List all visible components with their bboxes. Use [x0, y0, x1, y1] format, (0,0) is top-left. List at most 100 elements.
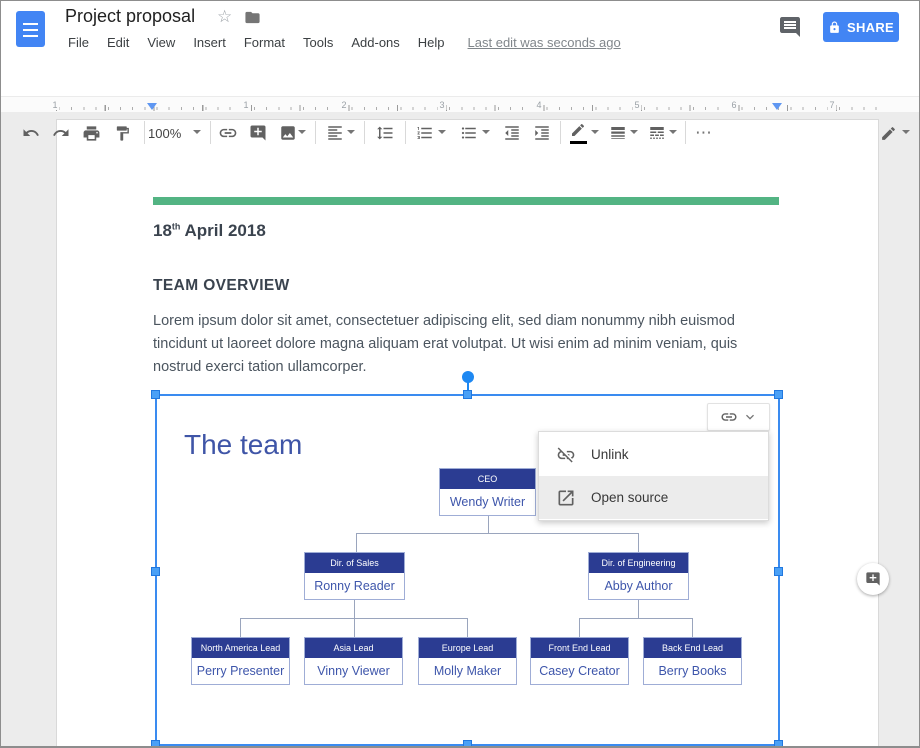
google-docs-logo-icon[interactable] [16, 11, 45, 47]
org-role: Dir. of Engineering [589, 553, 688, 573]
menu-file[interactable]: File [59, 33, 98, 52]
toolbar-separator [210, 121, 211, 144]
border-weight-caret-icon[interactable] [630, 130, 638, 134]
menu-item-open-source[interactable]: Open source [539, 476, 768, 519]
org-name: Casey Creator [531, 658, 628, 684]
redo-button[interactable] [48, 120, 74, 146]
resize-handle-top-middle[interactable] [463, 390, 472, 399]
increase-indent-button[interactable] [529, 120, 555, 146]
menu-view[interactable]: View [138, 33, 184, 52]
unlink-icon [556, 445, 576, 465]
decrease-indent-button[interactable] [499, 120, 525, 146]
link-icon [720, 408, 738, 426]
org-box-asia-lead: Asia Lead Vinny Viewer [304, 637, 403, 685]
org-box-dir-engineering: Dir. of Engineering Abby Author [588, 552, 689, 600]
folder-icon[interactable] [244, 9, 261, 26]
add-comment-button[interactable] [245, 120, 271, 146]
org-box-ceo: CEO Wendy Writer [439, 468, 536, 516]
align-button[interactable] [322, 120, 348, 146]
lock-icon [828, 21, 841, 34]
org-box-front-end-lead: Front End Lead Casey Creator [530, 637, 629, 685]
ruler-number: 3 [437, 100, 446, 110]
document-date[interactable]: 18th April 2018 [153, 221, 266, 241]
zoom-value: 100% [148, 126, 181, 141]
document-title[interactable]: Project proposal [65, 6, 195, 27]
date-rest: April 2018 [180, 221, 265, 240]
menu-help[interactable]: Help [409, 33, 454, 52]
editing-mode-button[interactable] [875, 120, 901, 146]
left-indent-marker[interactable] [147, 103, 157, 110]
chevron-down-icon[interactable] [742, 409, 758, 425]
docs-logo-lines [23, 23, 38, 38]
body-paragraph[interactable]: Lorem ipsum dolor sit amet, consectetuer… [153, 310, 749, 379]
add-comment-icon [865, 571, 881, 587]
border-color-button[interactable] [565, 117, 591, 143]
org-name: Vinny Viewer [305, 658, 402, 684]
connector [356, 533, 357, 552]
toolbar-separator [560, 121, 561, 144]
toolbar: 100% [1, 57, 919, 96]
align-caret-icon[interactable] [347, 130, 355, 134]
ruler: 1 1 2 3 4 5 6 7 [1, 96, 919, 112]
undo-button[interactable] [18, 120, 44, 146]
line-spacing-button[interactable] [372, 120, 398, 146]
rotate-handle[interactable] [462, 371, 474, 383]
org-name: Berry Books [644, 658, 741, 684]
zoom-select[interactable]: 100% [148, 120, 181, 146]
more-toolbar-button[interactable]: ⋯ [691, 120, 717, 146]
insert-link-button[interactable] [215, 120, 241, 146]
section-heading[interactable]: TEAM OVERVIEW [153, 277, 290, 295]
resize-handle-middle-left[interactable] [151, 567, 160, 576]
org-role: North America Lead [192, 638, 289, 658]
menu-item-label: Open source [591, 490, 668, 505]
border-color-caret-icon[interactable] [591, 130, 599, 134]
menu-item-unlink[interactable]: Unlink [539, 433, 768, 476]
bulleted-list-caret-icon[interactable] [482, 130, 490, 134]
org-box-north-america-lead: North America Lead Perry Presenter [191, 637, 290, 685]
resize-handle-top-left[interactable] [151, 390, 160, 399]
share-button[interactable]: SHARE [823, 12, 899, 42]
border-dash-button[interactable] [644, 120, 670, 146]
comments-icon[interactable] [778, 15, 802, 39]
numbered-list-caret-icon[interactable] [438, 130, 446, 134]
right-indent-marker[interactable] [772, 103, 782, 110]
date-day: 18 [153, 221, 172, 240]
menu-addons[interactable]: Add-ons [342, 33, 408, 52]
menu-tools[interactable]: Tools [294, 33, 342, 52]
linked-drawing-menu: Unlink Open source [538, 431, 769, 521]
resize-handle-bottom-right[interactable] [774, 740, 783, 748]
image-caret-icon[interactable] [298, 130, 306, 134]
bulleted-list-button[interactable] [456, 120, 482, 146]
print-button[interactable] [78, 120, 104, 146]
border-weight-button[interactable] [605, 120, 631, 146]
menu-format[interactable]: Format [235, 33, 294, 52]
org-name: Wendy Writer [440, 489, 535, 515]
numbered-list-button[interactable] [412, 120, 438, 146]
org-role: Dir. of Sales [305, 553, 404, 573]
google-docs-window: 18th April 2018 TEAM OVERVIEW Lorem ipsu… [0, 0, 920, 748]
menu-item-label: Unlink [591, 447, 629, 462]
open-in-new-icon [556, 488, 576, 508]
resize-handle-middle-right[interactable] [774, 567, 783, 576]
toolbar-separator [144, 121, 145, 144]
menu-edit[interactable]: Edit [98, 33, 138, 52]
add-comment-fab[interactable] [857, 563, 889, 595]
ruler-number: 2 [339, 100, 348, 110]
border-dash-caret-icon[interactable] [669, 130, 677, 134]
resize-handle-bottom-left[interactable] [151, 740, 160, 748]
last-edit-link[interactable]: Last edit was seconds ago [468, 35, 621, 50]
star-icon[interactable]: ☆ [217, 7, 232, 27]
paint-format-button[interactable] [109, 120, 135, 146]
linked-drawing-widget[interactable] [707, 403, 770, 431]
editing-mode-caret-icon[interactable] [902, 130, 910, 134]
connector [638, 600, 639, 618]
zoom-caret-icon[interactable] [193, 130, 201, 134]
ruler-number: 5 [632, 100, 641, 110]
connector [579, 618, 693, 619]
connector [638, 533, 639, 552]
resize-handle-top-right[interactable] [774, 390, 783, 399]
org-name: Abby Author [589, 573, 688, 599]
toolbar-separator [315, 121, 316, 144]
menu-insert[interactable]: Insert [184, 33, 235, 52]
resize-handle-bottom-middle[interactable] [463, 740, 472, 748]
